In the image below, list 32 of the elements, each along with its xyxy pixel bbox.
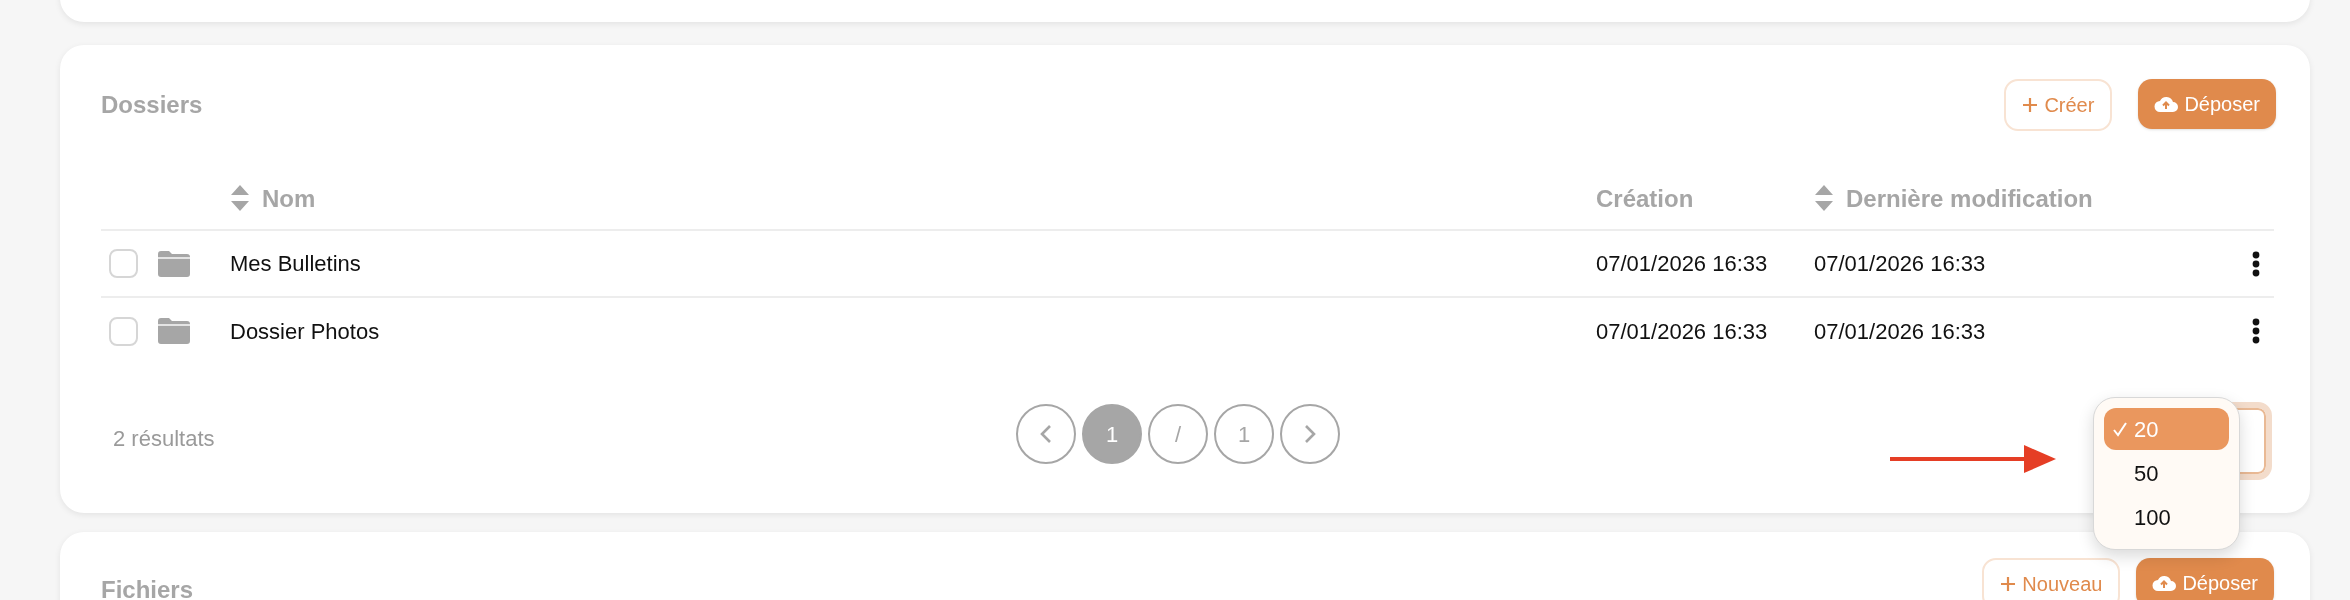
- upload-button[interactable]: Déposer: [2136, 558, 2274, 600]
- chevron-left-icon: [1040, 424, 1052, 444]
- create-button[interactable]: Créer: [2004, 79, 2113, 131]
- more-icon[interactable]: [2252, 318, 2260, 344]
- checkbox[interactable]: [109, 249, 138, 278]
- more-icon[interactable]: [2252, 250, 2260, 277]
- column-header[interactable]: Dernière modification: [1814, 184, 2093, 212]
- date-cell: 07/01/2026 16:33: [1596, 251, 1768, 276]
- folder-name[interactable]: Mes Bulletins: [230, 251, 361, 276]
- plus-icon: [2000, 576, 2017, 592]
- card-title: Fichiers: [101, 578, 194, 600]
- folder-name[interactable]: Dossier Photos: [230, 318, 380, 344]
- cloud-upload-icon: [2154, 95, 2179, 113]
- cloud-upload-icon: [2152, 574, 2177, 592]
- menu-item[interactable]: 20: [2104, 408, 2229, 450]
- date-cell: 07/01/2026 16:33: [1814, 251, 1986, 276]
- date-cell: 07/01/2026 16:33: [1814, 318, 1986, 344]
- menu-item[interactable]: 100: [2104, 496, 2229, 538]
- checkmark-icon: [2112, 421, 2128, 437]
- results-count: 2 résultats: [113, 425, 215, 453]
- sort-icon: [230, 183, 250, 212]
- sort-icon: [1814, 183, 1834, 212]
- column-header[interactable]: Nom: [230, 184, 316, 212]
- folder-icon: [158, 318, 190, 344]
- column-header: Création: [1596, 184, 1694, 212]
- menu-item[interactable]: 50: [2104, 452, 2229, 494]
- card-title: Dossiers: [101, 90, 203, 120]
- create-button[interactable]: Nouveau: [1982, 558, 2121, 600]
- upload-button[interactable]: Déposer: [2138, 79, 2276, 129]
- plus-icon: [2022, 97, 2039, 113]
- date-cell: 07/01/2026 16:33: [1596, 318, 1768, 344]
- chevron-right-icon: [1304, 424, 1316, 444]
